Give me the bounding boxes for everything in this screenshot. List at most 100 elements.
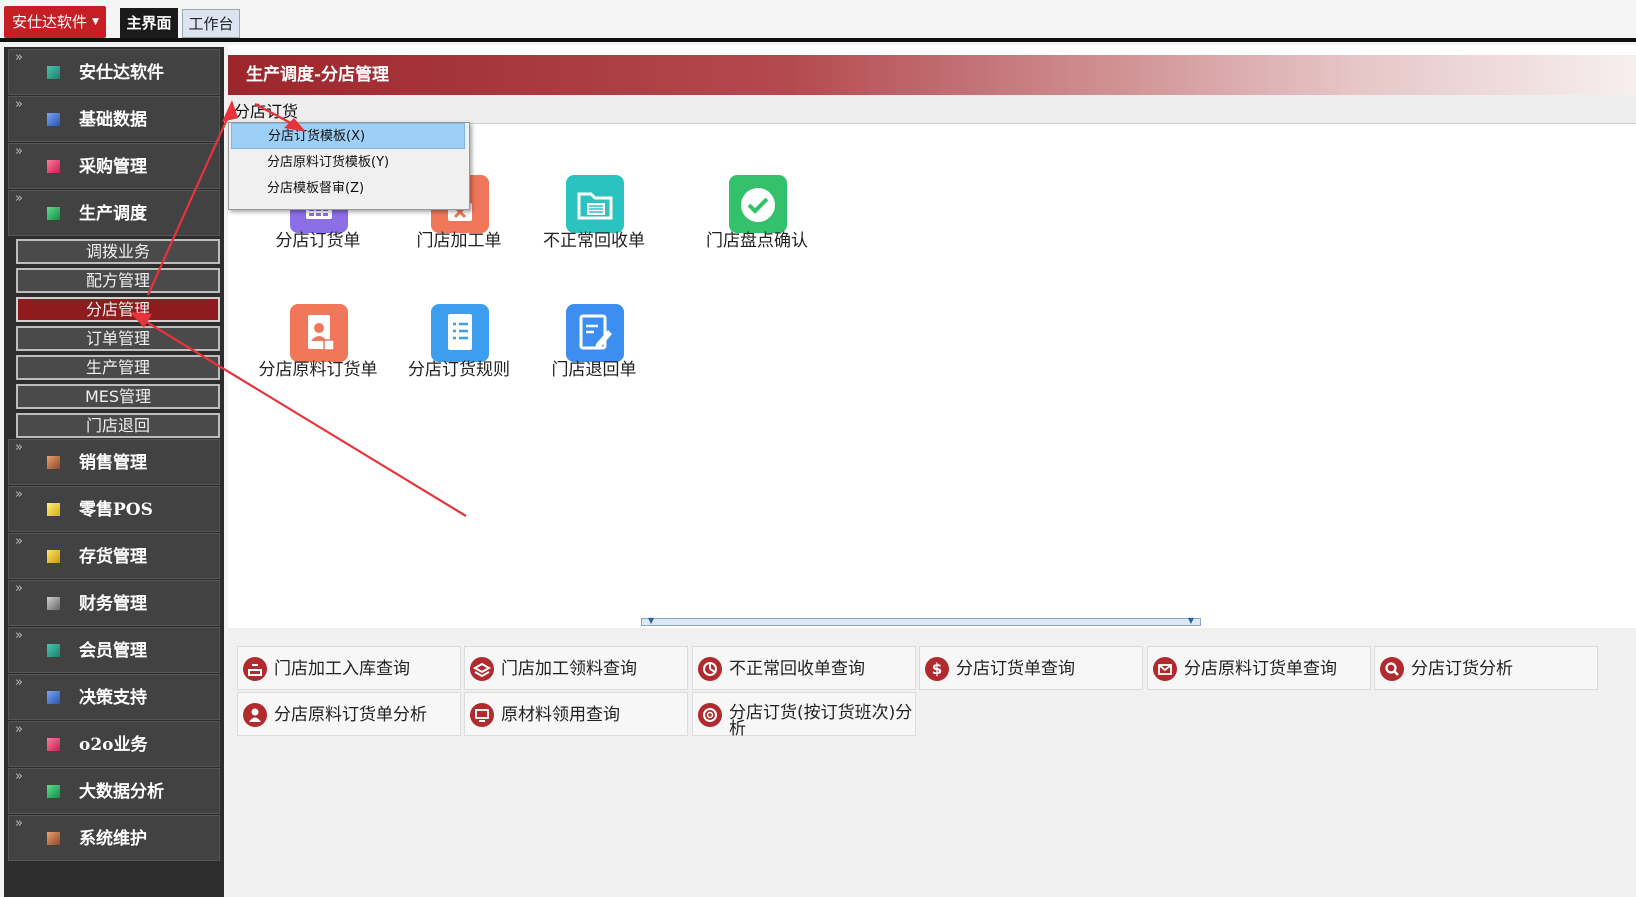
chevron-down-icon: » [15, 191, 23, 206]
sidebar-item-o2o[interactable]: » o2o业务 [8, 721, 220, 767]
sidebar-item-label: 采购管理 [79, 157, 147, 177]
report-label: 门店加工入库查询 [274, 659, 410, 679]
sidebar-item-decision[interactable]: » 决策支持 [8, 674, 220, 720]
chevron-icon: » [15, 97, 23, 112]
app-menu-button[interactable]: 安仕达软件 ▼ [4, 6, 106, 38]
sidebar-item-finance[interactable]: » 财务管理 [8, 580, 220, 626]
chevron-icon: » [15, 581, 23, 596]
report-store-processing-inbound[interactable]: 门店加工入库查询 [237, 646, 461, 690]
sidebar-item-label: o2o业务 [79, 735, 148, 755]
chevron-icon: » [15, 769, 23, 784]
subitem-order[interactable]: 订单管理 [16, 326, 220, 351]
report-branch-order[interactable]: $ 分店订货单查询 [919, 646, 1143, 690]
teal-square-icon [47, 644, 60, 657]
report-label: 原材料领用查询 [501, 705, 620, 725]
report-branch-order-analysis[interactable]: 分店订货分析 [1374, 646, 1598, 690]
chevron-icon: » [15, 675, 23, 690]
chevron-icon: » [15, 534, 23, 549]
green-square-icon [47, 207, 60, 220]
sidebar-item-production[interactable]: » 生产调度 [8, 190, 220, 236]
sidebar-item-system[interactable]: » 系统维护 [8, 815, 220, 861]
sidebar-item-label: 存货管理 [79, 547, 147, 567]
brown-square-icon [47, 832, 60, 845]
subitem-transfer[interactable]: 调拨业务 [16, 239, 220, 264]
blue-square-icon [47, 113, 60, 126]
sidebar-item-purchase[interactable]: » 采购管理 [8, 143, 220, 189]
user-icon [243, 703, 267, 727]
menu-bar: 分店订货 [228, 95, 1636, 124]
app-menu-label: 安仕达软件 [12, 13, 88, 31]
blue-square-icon [47, 691, 60, 704]
search-icon [1380, 657, 1404, 681]
layers-icon [470, 657, 494, 681]
icon-label: 分店原料订货单 [258, 360, 378, 380]
report-label: 门店加工领料查询 [501, 659, 637, 679]
icon-store-inventory-confirm[interactable]: 门店盘点确认 [672, 175, 842, 295]
green-square-icon [47, 785, 60, 798]
report-raw-material-usage[interactable]: 原材料领用查询 [464, 692, 688, 736]
yellow-square-icon [47, 550, 60, 563]
sidebar-item-base-data[interactable]: » 基础数据 [8, 96, 220, 142]
report-label: 分店订货单查询 [956, 659, 1075, 679]
report-branch-material-order[interactable]: 分店原料订货单查询 [1147, 646, 1371, 690]
chevron-icon: » [15, 50, 23, 65]
inbox-icon [243, 657, 267, 681]
mail-icon [1153, 657, 1177, 681]
sidebar-item-label: 决策支持 [79, 688, 147, 708]
icon-label: 门店盘点确认 [706, 231, 808, 251]
icon-abnormal-recycle-form[interactable]: 不正常回收单 [509, 175, 679, 295]
sidebar-item-label: 零售POS [79, 500, 153, 520]
tab-main[interactable]: 主界面 [120, 8, 178, 38]
report-label: 不正常回收单查询 [729, 659, 865, 679]
caret-down-icon: ▼ [92, 17, 99, 27]
sidebar-item-label: 销售管理 [79, 453, 147, 473]
person-doc-icon [290, 304, 348, 362]
sidebar-item-sales[interactable]: » 销售管理 [8, 439, 220, 485]
chevron-icon: » [15, 440, 23, 455]
report-panel: 门店加工入库查询 门店加工领料查询 不正常回收单查询 $ 分店订货单查询 分店原… [228, 628, 1636, 897]
topbar-divider [0, 38, 1636, 42]
report-abnormal-recycle[interactable]: 不正常回收单查询 [692, 646, 916, 690]
report-store-processing-material[interactable]: 门店加工领料查询 [464, 646, 688, 690]
subitem-production[interactable]: 生产管理 [16, 355, 220, 380]
sidebar-item-bigdata[interactable]: » 大数据分析 [8, 768, 220, 814]
edit-doc-icon [566, 304, 624, 362]
menu-item-order-template[interactable]: 分店订货模板(X) [231, 123, 465, 149]
arrow-down-icon: ▼ [648, 616, 655, 625]
chevron-icon: » [15, 816, 23, 831]
icon-store-return-form[interactable]: 门店退回单 [509, 304, 679, 424]
sidebar-item-label: 大数据分析 [79, 782, 164, 802]
menu-branch-order[interactable]: 分店订货 [234, 98, 298, 122]
sidebar-item-inventory[interactable]: » 存货管理 [8, 533, 220, 579]
top-bar: 安仕达软件 ▼ 主界面 工作台 [0, 0, 1636, 38]
menu-item-material-template[interactable]: 分店原料订货模板(Y) [231, 150, 465, 176]
sidebar: » 安仕达软件 » 基础数据 » 采购管理 » 生产调度 调拨业务 配方管理 分… [4, 47, 224, 897]
tab-workbench[interactable]: 工作台 [182, 9, 240, 38]
icon-label: 分店订货单 [275, 231, 361, 251]
subitem-recipe[interactable]: 配方管理 [16, 268, 220, 293]
sidebar-item-member[interactable]: » 会员管理 [8, 627, 220, 673]
arrow-down-icon: ▼ [1187, 616, 1194, 625]
gray-square-icon [47, 597, 60, 610]
report-branch-order-shift-analysis[interactable]: 分店订货(按订货班次)分析 [692, 692, 916, 738]
subitem-branch-management[interactable]: 分店管理 [16, 297, 220, 322]
page-title: 生产调度-分店管理 [228, 55, 1636, 95]
teal-square-icon [47, 66, 60, 79]
subitem-store-return[interactable]: 门店退回 [16, 413, 220, 438]
chevron-icon: » [15, 487, 23, 502]
menu-item-template-review[interactable]: 分店模板督审(Z) [231, 176, 465, 202]
sidebar-item-label: 基础数据 [79, 110, 147, 130]
report-branch-material-analysis[interactable]: 分店原料订货单分析 [237, 692, 461, 736]
report-label: 分店原料订货单分析 [274, 705, 427, 725]
branch-order-dropdown: 分店订货模板(X) 分店原料订货模板(Y) 分店模板督审(Z) [228, 122, 470, 210]
monitor-icon [470, 703, 494, 727]
chevron-icon: » [15, 722, 23, 737]
sidebar-item-label: 生产调度 [79, 204, 147, 224]
report-label: 分店原料订货单查询 [1184, 659, 1337, 679]
sidebar-item-label: 会员管理 [79, 641, 147, 661]
subitem-mes[interactable]: MES管理 [16, 384, 220, 409]
icon-label: 不正常回收单 [543, 231, 645, 251]
sidebar-item-pos[interactable]: » 零售POS [8, 486, 220, 532]
splitter-handle[interactable]: ▼ ▼ [641, 616, 1201, 626]
sidebar-item-anshida[interactable]: » 安仕达软件 [8, 49, 220, 95]
